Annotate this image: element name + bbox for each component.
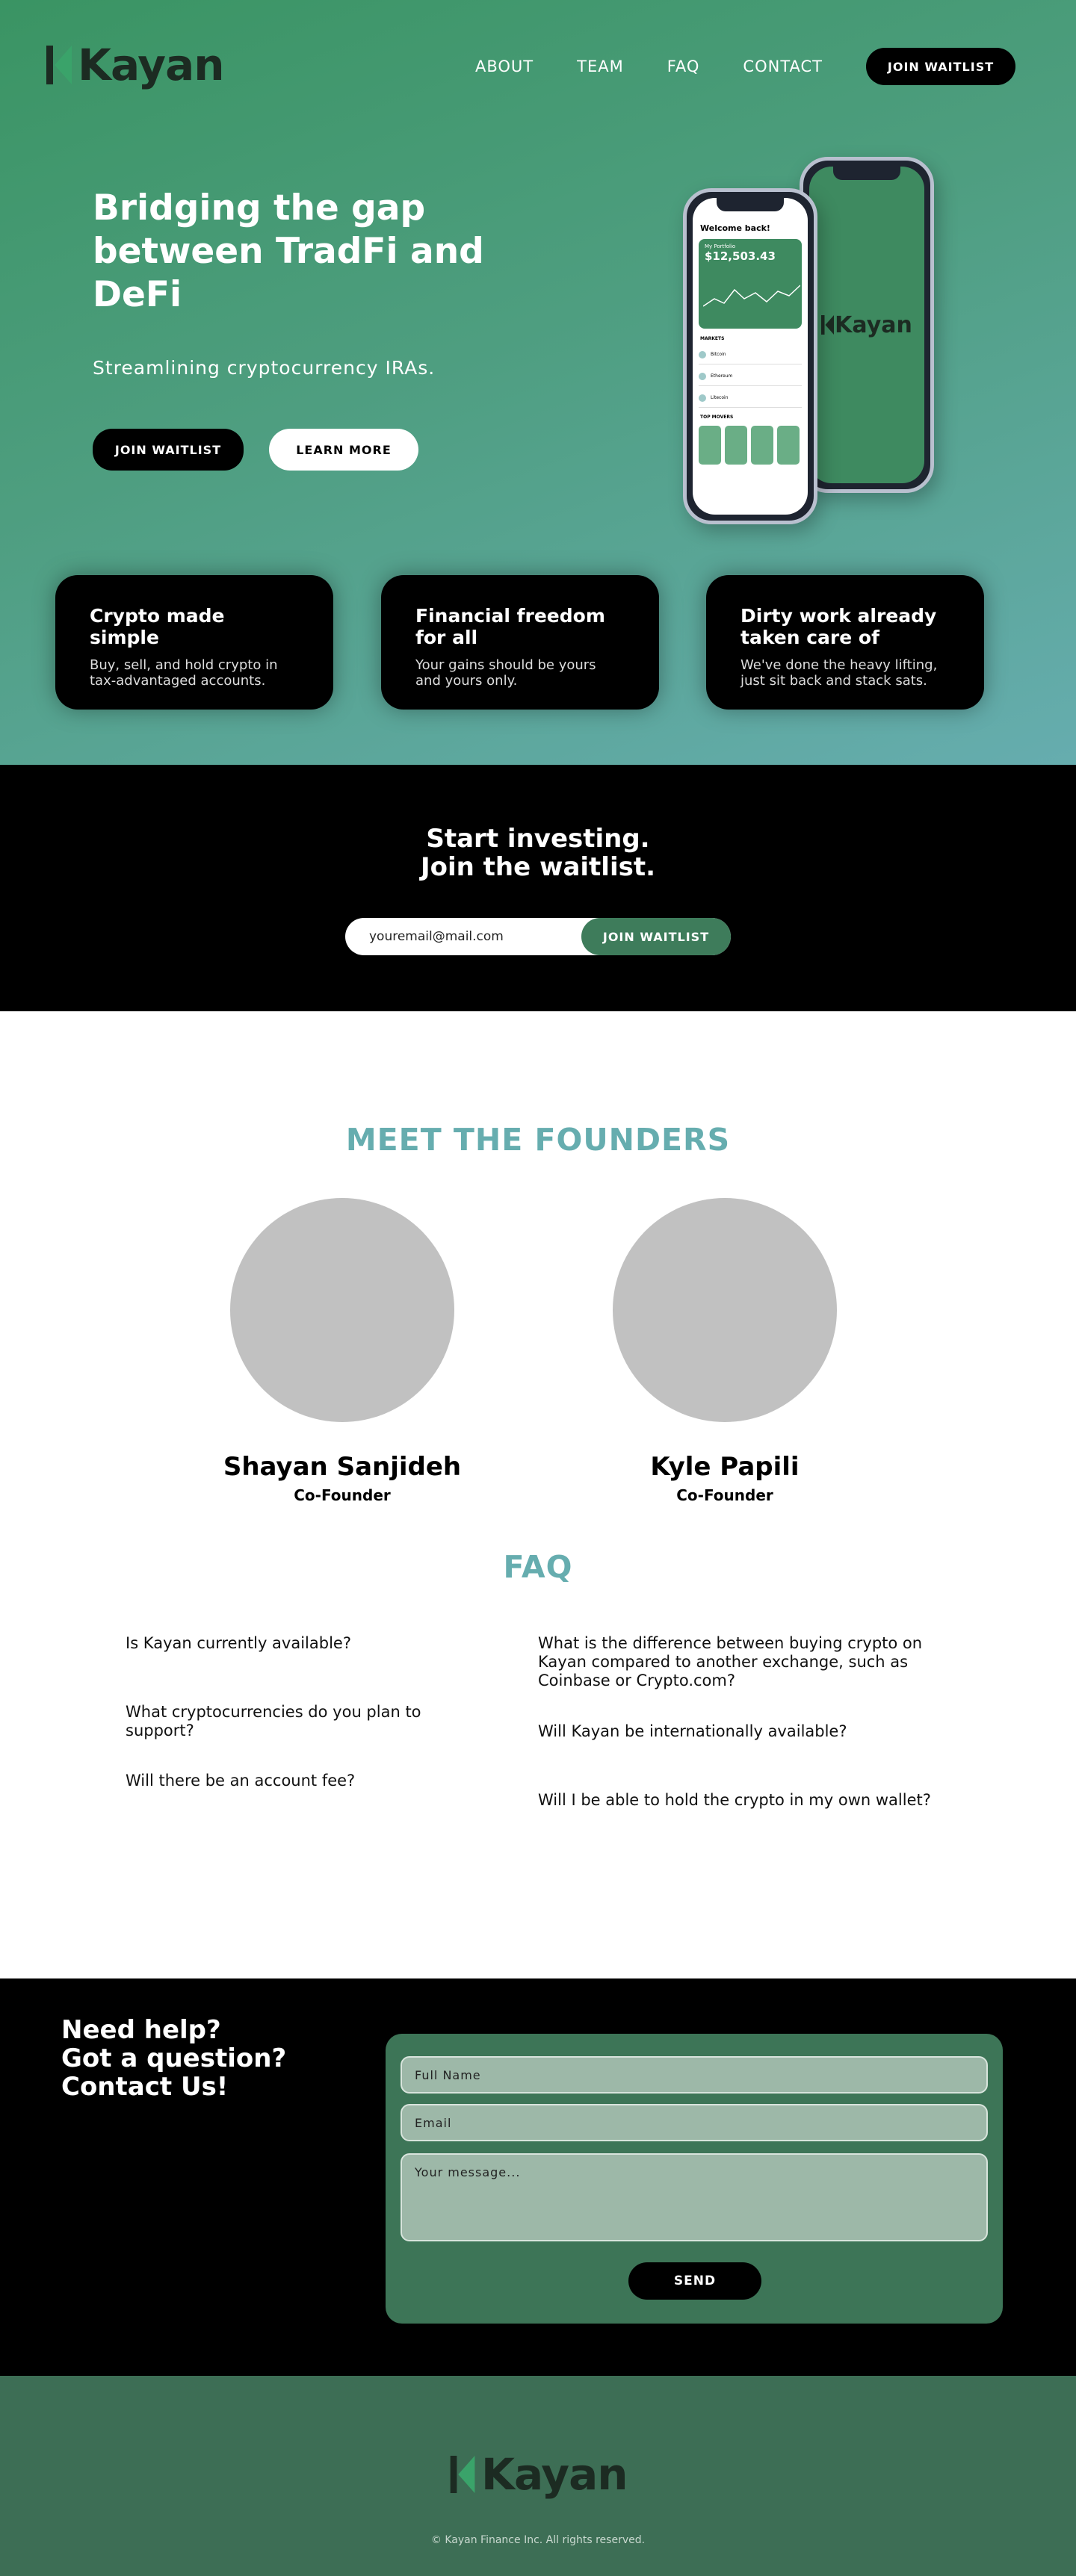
brand-name: Kayan bbox=[78, 40, 225, 90]
faq-question[interactable]: Will there be an account fee? bbox=[126, 1772, 484, 1790]
phone-portfolio-label: My Portfolio bbox=[705, 243, 736, 249]
footer: Kayan © Kayan Finance Inc. All rights re… bbox=[0, 2376, 1076, 2576]
phone-mockup-front: Welcome back! My Portfolio $12,503.43 MA… bbox=[683, 188, 817, 524]
waitlist-heading-line1: Start investing. bbox=[426, 824, 650, 854]
waitlist-email-input[interactable] bbox=[345, 918, 584, 955]
message-field[interactable] bbox=[401, 2153, 988, 2241]
hero-title: Bridging the gap between TradFi and DeFi bbox=[93, 187, 484, 315]
kayan-logo-icon bbox=[450, 2456, 475, 2493]
faq-title: FAQ bbox=[503, 1549, 573, 1585]
hero-join-waitlist-button[interactable]: JOIN WAITLIST bbox=[93, 429, 244, 471]
portfolio-line-chart bbox=[703, 285, 800, 307]
footer-brand-name: Kayan bbox=[481, 2449, 628, 2500]
kayan-logo-icon bbox=[46, 46, 72, 84]
feature-card: Dirty work already taken care of We've d… bbox=[706, 575, 984, 710]
nav-team-link[interactable]: TEAM bbox=[577, 58, 624, 75]
nav-faq-link[interactable]: FAQ bbox=[667, 58, 700, 75]
email-field[interactable] bbox=[401, 2104, 988, 2141]
header-logo[interactable]: Kayan bbox=[46, 39, 225, 91]
feature-card: Financial freedom for all Your gains sho… bbox=[381, 575, 659, 710]
faq-question[interactable]: Will I be able to hold the crypto in my … bbox=[538, 1791, 942, 1810]
phone-portfolio-card: My Portfolio $12,503.43 bbox=[699, 239, 802, 329]
avatar bbox=[230, 1198, 454, 1422]
feature-card-title: Crypto made simple bbox=[90, 605, 225, 648]
hero-subtitle: Streamlining cryptocurrency IRAs. bbox=[93, 357, 436, 379]
founder-role: Co-Founder bbox=[676, 1486, 773, 1504]
contact-section: Need help? Got a question? Contact Us! S… bbox=[0, 1978, 1076, 2376]
waitlist-form: JOIN WAITLIST bbox=[345, 918, 731, 955]
nav-about-link[interactable]: ABOUT bbox=[475, 58, 534, 75]
phone-notch bbox=[833, 167, 900, 180]
coin-name: Ethereum bbox=[711, 373, 733, 379]
phone-welcome-text: Welcome back! bbox=[700, 223, 770, 233]
phone-portfolio-balance: $12,503.43 bbox=[705, 249, 776, 263]
waitlist-join-button[interactable]: JOIN WAITLIST bbox=[581, 918, 731, 955]
waitlist-heading-line2: Join the waitlist. bbox=[420, 852, 656, 882]
phone-brand-name: Kayan bbox=[835, 311, 912, 338]
mover-tile bbox=[777, 426, 800, 465]
founder-name: Kyle Papili bbox=[650, 1452, 800, 1482]
founders-title: MEET THE FOUNDERS bbox=[345, 1122, 731, 1158]
faq-question[interactable]: Will Kayan be internationally available? bbox=[538, 1722, 942, 1741]
contact-form: SEND bbox=[386, 2034, 1003, 2324]
coin-icon bbox=[699, 372, 706, 380]
phone-markets-label: MARKETS bbox=[700, 336, 725, 341]
faq-question[interactable]: What cryptocurrencies do you plan to sup… bbox=[126, 1703, 484, 1740]
phone-mover-tiles bbox=[693, 421, 808, 469]
contact-heading-line3: Contact Us! bbox=[61, 2072, 229, 2102]
feature-card-text: Your gains should be yours and yours onl… bbox=[415, 657, 596, 689]
founders-section: MEET THE FOUNDERS Shayan Sanjideh Co-Fou… bbox=[0, 1011, 1076, 1549]
kayan-logo-icon bbox=[821, 315, 835, 335]
waitlist-heading: Start investing. Join the waitlist. bbox=[0, 825, 1076, 881]
feature-card-text: We've done the heavy lifting, just sit b… bbox=[740, 657, 938, 689]
hero-learn-more-button[interactable]: LEARN MORE bbox=[269, 429, 418, 471]
phone-logo: Kayan bbox=[821, 312, 912, 338]
phone-back-screen: Kayan bbox=[809, 167, 924, 483]
main-nav: ABOUT TEAM FAQ CONTACT JOIN WAITLIST bbox=[475, 48, 1016, 85]
avatar bbox=[613, 1198, 837, 1422]
founder-role: Co-Founder bbox=[294, 1486, 391, 1504]
founder-profile: Kyle Papili Co-Founder bbox=[575, 1198, 874, 1504]
contact-heading-line2: Got a question? bbox=[61, 2043, 287, 2073]
coin-icon bbox=[699, 394, 706, 402]
feature-card-title: Dirty work already taken care of bbox=[740, 605, 937, 648]
mover-tile bbox=[699, 426, 721, 465]
nav-join-waitlist-button[interactable]: JOIN WAITLIST bbox=[866, 48, 1016, 85]
founder-profile: Shayan Sanjideh Co-Founder bbox=[193, 1198, 492, 1504]
phone-coin-row: Litecoin bbox=[699, 388, 802, 408]
feature-card-title: Financial freedom for all bbox=[415, 605, 605, 648]
copyright-text: © Kayan Finance Inc. All rights reserved… bbox=[430, 2534, 646, 2546]
phone-mockup-back: Kayan bbox=[800, 157, 934, 493]
footer-logo[interactable]: Kayan bbox=[450, 2448, 628, 2501]
coin-icon bbox=[699, 350, 706, 359]
send-button[interactable]: SEND bbox=[628, 2262, 761, 2300]
full-name-field[interactable] bbox=[401, 2056, 988, 2094]
faq-question[interactable]: What is the difference between buying cr… bbox=[538, 1634, 942, 1690]
phone-front-screen: Welcome back! My Portfolio $12,503.43 MA… bbox=[693, 198, 808, 515]
phone-notch bbox=[717, 198, 784, 211]
phone-coin-row: Ethereum bbox=[699, 367, 802, 386]
mover-tile bbox=[751, 426, 773, 465]
mover-tile bbox=[725, 426, 747, 465]
faq-section: FAQ Is Kayan currently available? What c… bbox=[0, 1549, 1076, 1978]
contact-heading-line1: Need help? bbox=[61, 2015, 221, 2045]
founder-name: Shayan Sanjideh bbox=[223, 1452, 462, 1482]
waitlist-section: Start investing. Join the waitlist. JOIN… bbox=[0, 765, 1076, 1011]
coin-name: Litecoin bbox=[711, 395, 729, 400]
coin-name: Bitcoin bbox=[711, 352, 726, 357]
hero-section: Kayan ABOUT TEAM FAQ CONTACT JOIN WAITLI… bbox=[0, 0, 1076, 765]
contact-heading: Need help? Got a question? Contact Us! bbox=[61, 2016, 286, 2101]
faq-question[interactable]: Is Kayan currently available? bbox=[126, 1634, 484, 1653]
feature-card: Crypto made simple Buy, sell, and hold c… bbox=[55, 575, 333, 710]
phone-top-movers-label: TOP MOVERS bbox=[700, 415, 734, 420]
phone-coin-row: Bitcoin bbox=[699, 345, 802, 364]
feature-card-text: Buy, sell, and hold crypto in tax-advant… bbox=[90, 657, 278, 689]
nav-contact-link[interactable]: CONTACT bbox=[743, 58, 823, 75]
